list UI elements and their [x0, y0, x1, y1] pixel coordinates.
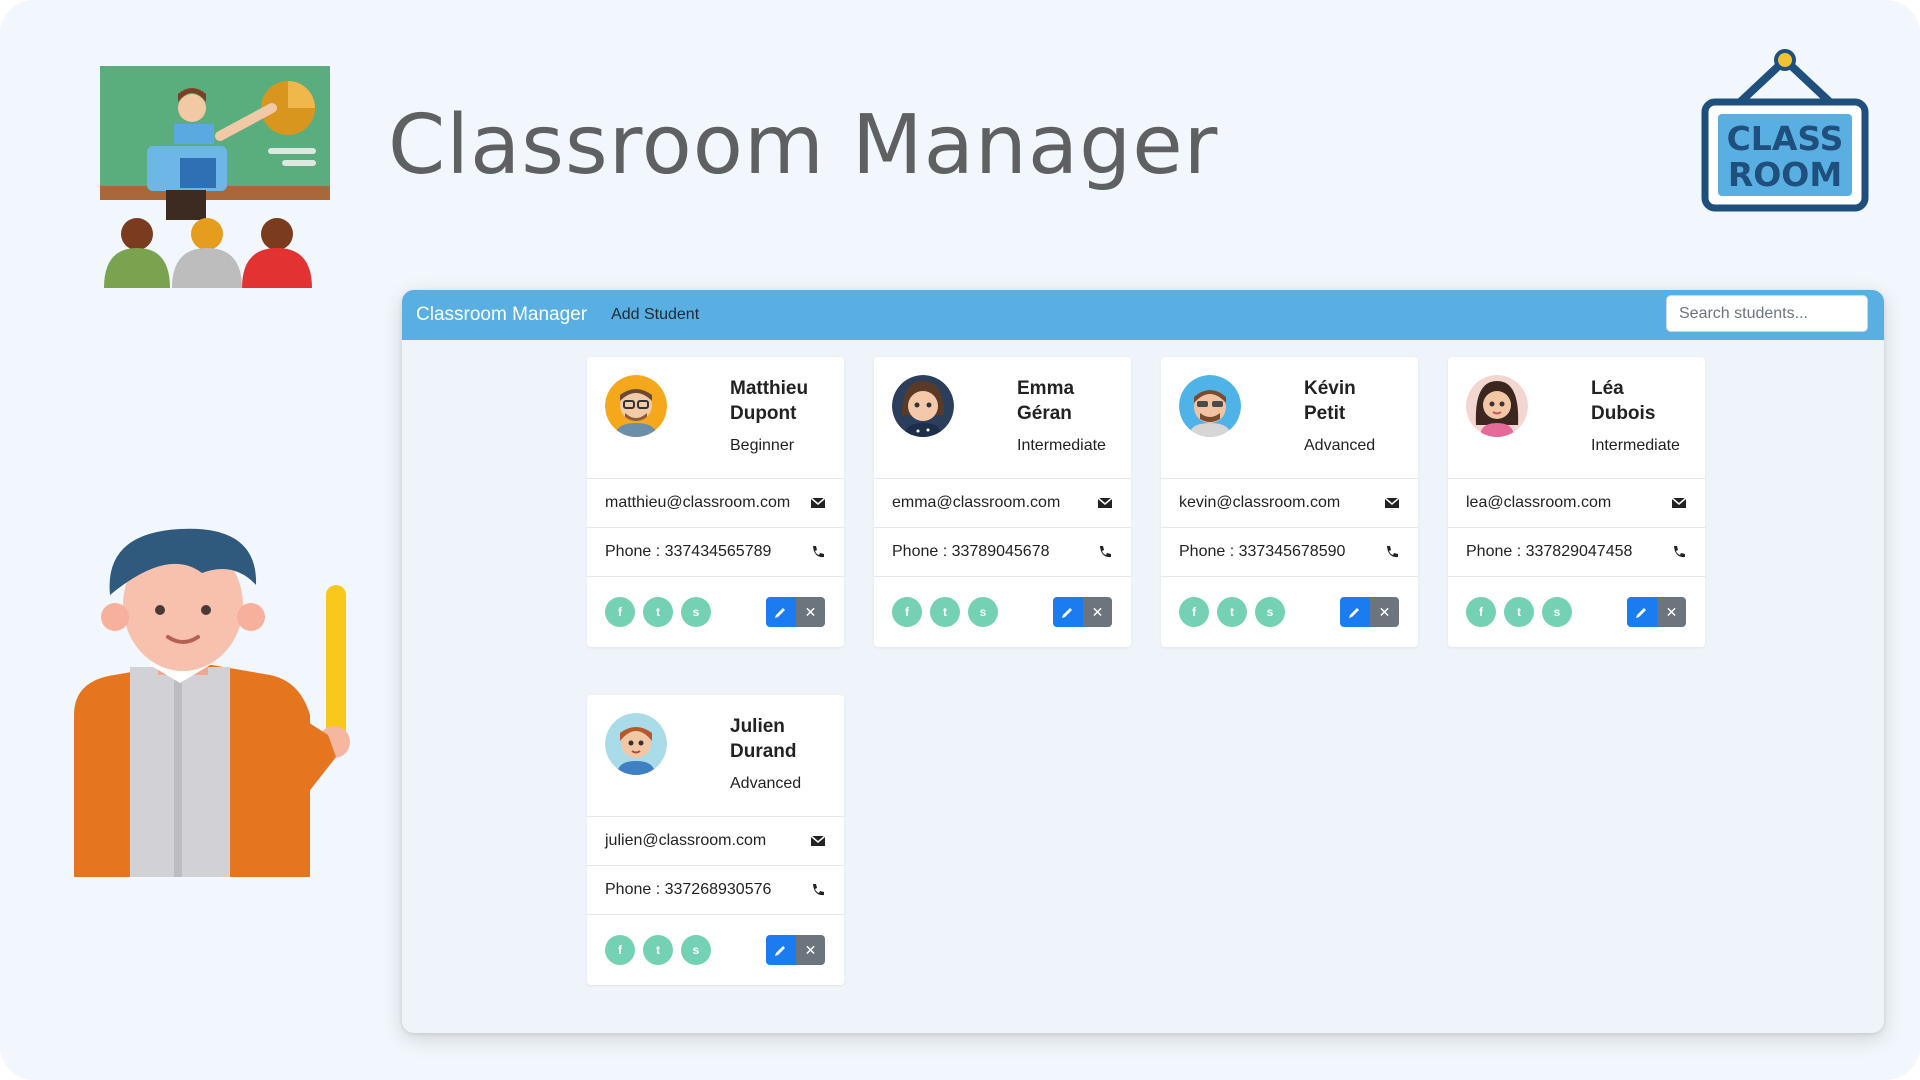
student-card: Matthieu Dupont Beginner matthieu@classr… [587, 357, 844, 647]
phone-icon [1100, 546, 1111, 558]
avatar [892, 375, 954, 437]
email-row: julien@classroom.com [587, 817, 844, 866]
twitter-icon[interactable]: t [930, 597, 960, 627]
student-phone: Phone : 337829047458 [1466, 543, 1633, 560]
pencil-icon [775, 608, 785, 618]
twitter-icon[interactable]: t [643, 935, 673, 965]
skype-icon[interactable]: s [968, 597, 998, 627]
student-card: Julien Durand Advanced julien@classroom.… [587, 695, 844, 985]
delete-button[interactable]: ✕ [1370, 597, 1399, 627]
student-level: Intermediate [1017, 437, 1106, 454]
app-window: Classroom Manager Add Student Search stu… [402, 290, 1884, 1033]
facebook-icon[interactable]: f [1466, 597, 1496, 627]
teacher-illustration [74, 528, 350, 877]
sign-text-room: ROOM [1728, 155, 1842, 194]
student-card: Kévin Petit Advanced kevin@classroom.com… [1161, 357, 1418, 647]
student-email: lea@classroom.com [1466, 494, 1612, 511]
avatar [605, 375, 667, 437]
page-background: Classroom Manager CLASS ROOM Classroom M… [0, 0, 1920, 1080]
student-email: julien@classroom.com [605, 832, 767, 849]
edit-button[interactable] [1340, 597, 1370, 627]
edit-button[interactable] [766, 935, 796, 965]
phone-row: Phone : 337434565789 [587, 528, 844, 577]
add-student-link[interactable]: Add Student [611, 306, 699, 324]
student-level: Advanced [1304, 437, 1376, 454]
close-icon: ✕ [1665, 603, 1678, 620]
close-icon: ✕ [804, 603, 817, 620]
search-input[interactable] [1666, 295, 1868, 332]
close-icon: ✕ [804, 941, 817, 958]
classroom-sign-illustration: CLASS ROOM [1701, 49, 1869, 212]
skype-icon[interactable]: s [681, 935, 711, 965]
phone-icon [1674, 546, 1685, 558]
student-phone: Phone : 337345678590 [1179, 543, 1346, 560]
delete-button[interactable]: ✕ [796, 597, 825, 627]
delete-button[interactable]: ✕ [1083, 597, 1112, 627]
envelope-icon [1671, 497, 1687, 508]
close-icon: ✕ [1378, 603, 1391, 620]
email-row: lea@classroom.com [1448, 479, 1705, 528]
navbar: Classroom Manager Add Student [402, 290, 1884, 340]
pencil-icon [1636, 608, 1646, 618]
phone-row: Phone : 337345678590 [1161, 528, 1418, 577]
envelope-icon [810, 835, 826, 846]
delete-button[interactable]: ✕ [1657, 597, 1686, 627]
envelope-icon [810, 497, 826, 508]
edit-button[interactable] [766, 597, 796, 627]
student-level: Beginner [730, 437, 795, 454]
student-level: Intermediate [1591, 437, 1680, 454]
facebook-icon[interactable]: f [1179, 597, 1209, 627]
email-row: kevin@classroom.com [1161, 479, 1418, 528]
email-row: emma@classroom.com [874, 479, 1131, 528]
facebook-icon[interactable]: f [605, 597, 635, 627]
teacher-at-board-illustration [100, 66, 330, 288]
phone-icon [813, 884, 824, 896]
edit-button[interactable] [1053, 597, 1083, 627]
student-name: Emma Géran [1017, 378, 1075, 424]
student-email: kevin@classroom.com [1179, 494, 1341, 511]
twitter-icon[interactable]: t [1504, 597, 1534, 627]
pencil-icon [775, 946, 785, 956]
student-phone: Phone : 33789045678 [892, 543, 1050, 560]
facebook-icon[interactable]: f [892, 597, 922, 627]
avatar [605, 713, 667, 775]
avatar [1466, 375, 1528, 437]
hero-title: Classroom Manager [388, 98, 1219, 193]
student-name: Léa Dubois [1591, 378, 1656, 424]
student-phone: Phone : 337268930576 [605, 881, 772, 898]
skype-icon[interactable]: s [1542, 597, 1572, 627]
skype-icon[interactable]: s [1255, 597, 1285, 627]
avatar [1179, 375, 1241, 437]
student-card: Emma Géran Intermediate emma@classroom.c… [874, 357, 1131, 647]
edit-button[interactable] [1627, 597, 1657, 627]
phone-icon [1387, 546, 1398, 558]
student-name: Julien Durand [730, 716, 797, 762]
email-row: matthieu@classroom.com [587, 479, 844, 528]
envelope-icon [1097, 497, 1113, 508]
sign-text-class: CLASS [1727, 119, 1844, 158]
student-email: matthieu@classroom.com [605, 494, 791, 511]
navbar-brand[interactable]: Classroom Manager [416, 304, 587, 326]
student-card: Léa Dubois Intermediate lea@classroom.co… [1448, 357, 1705, 647]
phone-row: Phone : 33789045678 [874, 528, 1131, 577]
phone-icon [813, 546, 824, 558]
student-phone: Phone : 337434565789 [605, 543, 772, 560]
facebook-icon[interactable]: f [605, 935, 635, 965]
phone-row: Phone : 337268930576 [587, 866, 844, 915]
student-email: emma@classroom.com [892, 494, 1061, 511]
phone-row: Phone : 337829047458 [1448, 528, 1705, 577]
student-name: Matthieu Dupont [730, 378, 809, 424]
envelope-icon [1384, 497, 1400, 508]
pencil-icon [1062, 608, 1072, 618]
delete-button[interactable]: ✕ [796, 935, 825, 965]
student-name: Kévin Petit [1304, 378, 1356, 424]
close-icon: ✕ [1091, 603, 1104, 620]
skype-icon[interactable]: s [681, 597, 711, 627]
pencil-icon [1349, 608, 1359, 618]
student-grid: Matthieu Dupont Beginner matthieu@classr… [587, 357, 1705, 985]
twitter-icon[interactable]: t [1217, 597, 1247, 627]
student-level: Advanced [730, 775, 802, 792]
twitter-icon[interactable]: t [643, 597, 673, 627]
